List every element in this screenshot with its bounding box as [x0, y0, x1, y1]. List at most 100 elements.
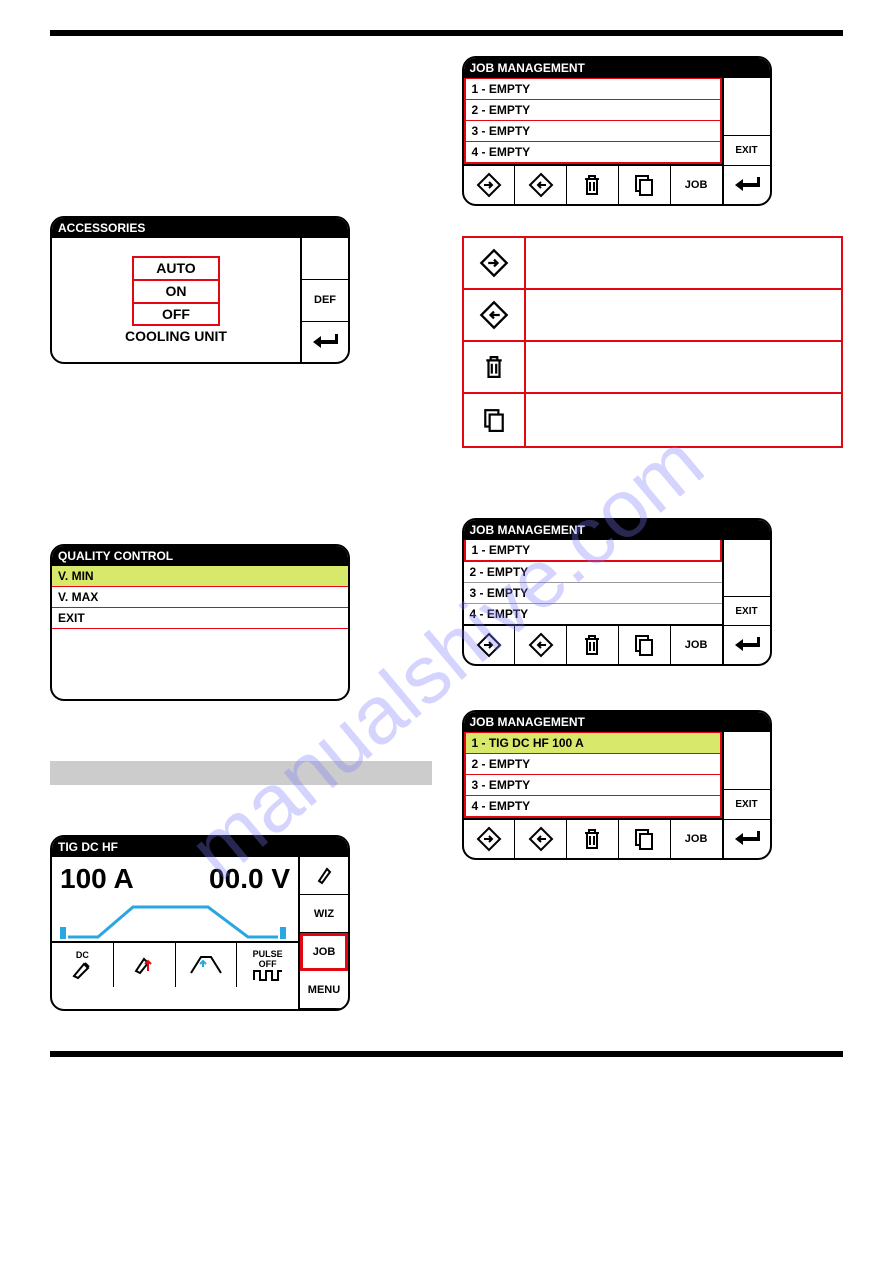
back-icon — [733, 636, 761, 654]
load-out-button[interactable] — [515, 626, 567, 664]
torch-side-button[interactable] — [300, 857, 348, 895]
job-label-button[interactable]: JOB — [671, 820, 722, 858]
qc-vmin[interactable]: V. MIN — [52, 566, 348, 587]
trash-icon — [582, 827, 602, 851]
pulse-button[interactable]: PULSE OFF — [237, 943, 298, 987]
job-label-button[interactable]: JOB — [671, 166, 722, 204]
dc-mode-button[interactable]: DC — [52, 943, 114, 987]
gray-separator — [50, 761, 432, 785]
back-button[interactable] — [302, 322, 348, 363]
trash-icon — [483, 353, 505, 381]
qc-exit[interactable]: EXIT — [52, 608, 348, 629]
job-management-panel-1: JOB MANAGEMENT 1 - EMPTY 2 - EMPTY 3 - E… — [462, 56, 772, 206]
back-button[interactable] — [724, 626, 770, 664]
copy-button[interactable] — [619, 626, 671, 664]
icon-legend-table — [462, 236, 844, 448]
legend-save-desc — [526, 238, 842, 288]
copy-button[interactable] — [619, 166, 671, 204]
back-icon — [311, 333, 339, 351]
trash-icon — [582, 173, 602, 197]
cooling-options: AUTO ON OFF — [132, 256, 219, 326]
pulse-icon — [253, 969, 283, 981]
arrow-in-icon — [476, 826, 502, 852]
def-button[interactable]: DEF — [302, 280, 348, 322]
copy-icon — [633, 827, 655, 851]
legend-trash-icon-cell — [464, 342, 526, 392]
legend-save-icon-cell — [464, 238, 526, 288]
job1-row4[interactable]: 4 - EMPTY — [466, 141, 720, 162]
legend-copy-icon-cell — [464, 394, 526, 446]
save-in-button[interactable] — [464, 820, 516, 858]
back-icon — [733, 830, 761, 848]
delete-button[interactable] — [567, 820, 619, 858]
tig-title: TIG DC HF — [52, 837, 348, 857]
job2-row2[interactable]: 2 - EMPTY — [464, 562, 722, 583]
legend-load-icon-cell — [464, 290, 526, 340]
pulse-label1: PULSE — [253, 949, 283, 959]
qc-vmax[interactable]: V. MAX — [52, 587, 348, 608]
load-out-button[interactable] — [515, 820, 567, 858]
job1-row2[interactable]: 2 - EMPTY — [466, 99, 720, 120]
arrow-out-icon — [528, 826, 554, 852]
job1-row3[interactable]: 3 - EMPTY — [466, 120, 720, 141]
back-button[interactable] — [724, 166, 770, 204]
arrow-out-icon — [528, 172, 554, 198]
slope-button[interactable] — [176, 943, 238, 987]
torch-side-icon — [313, 865, 335, 887]
legend-load-desc — [526, 290, 842, 340]
quality-title: QUALITY CONTROL — [52, 546, 348, 566]
bottom-rule — [50, 1051, 843, 1057]
back-icon — [733, 176, 761, 194]
slope-icon — [189, 953, 223, 977]
job3-row4[interactable]: 4 - EMPTY — [466, 795, 720, 816]
exit-button[interactable]: EXIT — [724, 790, 770, 820]
job3-row2[interactable]: 2 - EMPTY — [466, 753, 720, 774]
copy-icon — [633, 173, 655, 197]
copy-icon — [633, 633, 655, 657]
accessories-title: ACCESSORIES — [52, 218, 348, 238]
copy-button[interactable] — [619, 820, 671, 858]
delete-button[interactable] — [567, 166, 619, 204]
arrow-out-icon — [479, 300, 509, 330]
save-in-button[interactable] — [464, 166, 516, 204]
job1-title: JOB MANAGEMENT — [464, 58, 770, 78]
legend-copy-desc — [526, 394, 842, 446]
amperage-value: 100 A — [60, 863, 134, 895]
job2-row3[interactable]: 3 - EMPTY — [464, 583, 722, 604]
back-button[interactable] — [724, 820, 770, 858]
wiz-button[interactable]: WIZ — [300, 895, 348, 933]
menu-button[interactable]: MENU — [300, 971, 348, 1009]
option-auto[interactable]: AUTO — [132, 256, 219, 281]
job-label-button[interactable]: JOB — [671, 626, 722, 664]
job1-row1[interactable]: 1 - EMPTY — [466, 78, 720, 99]
trash-icon — [582, 633, 602, 657]
job-button[interactable]: JOB — [300, 933, 348, 971]
job3-row3[interactable]: 3 - EMPTY — [466, 774, 720, 795]
weld-curve-graph — [52, 901, 298, 941]
voltage-value: 00.0 V — [209, 863, 290, 895]
blank-cell — [302, 238, 348, 280]
job-management-panel-2: JOB MANAGEMENT 1 - EMPTY 2 - EMPTY 3 - E… — [462, 518, 772, 666]
quality-control-panel: QUALITY CONTROL V. MIN V. MAX EXIT — [50, 544, 350, 701]
exit-button[interactable]: EXIT — [724, 136, 770, 166]
job3-row1[interactable]: 1 - TIG DC HF 100 A — [466, 732, 720, 753]
delete-button[interactable] — [567, 626, 619, 664]
arrow-in-icon — [479, 248, 509, 278]
top-rule — [50, 30, 843, 36]
option-on[interactable]: ON — [132, 281, 219, 304]
accessories-panel: ACCESSORIES AUTO ON OFF COOLING UNIT DEF — [50, 216, 350, 364]
job3-title: JOB MANAGEMENT — [464, 712, 770, 732]
tig-panel: TIG DC HF 100 A 00.0 V DC — [50, 835, 350, 1011]
job-management-panel-3: JOB MANAGEMENT 1 - TIG DC HF 100 A 2 - E… — [462, 710, 772, 860]
exit-button[interactable]: EXIT — [724, 597, 770, 626]
load-out-button[interactable] — [515, 166, 567, 204]
option-off[interactable]: OFF — [132, 304, 219, 327]
arrow-in-icon — [476, 632, 502, 658]
lift-arc-icon — [130, 953, 158, 977]
job2-row4[interactable]: 4 - EMPTY — [464, 604, 722, 624]
save-in-button[interactable] — [464, 626, 516, 664]
cooling-unit-label: COOLING UNIT — [62, 328, 290, 344]
lift-arc-button[interactable] — [114, 943, 176, 987]
job2-row1[interactable]: 1 - EMPTY — [466, 540, 720, 562]
job2-title: JOB MANAGEMENT — [464, 520, 770, 540]
